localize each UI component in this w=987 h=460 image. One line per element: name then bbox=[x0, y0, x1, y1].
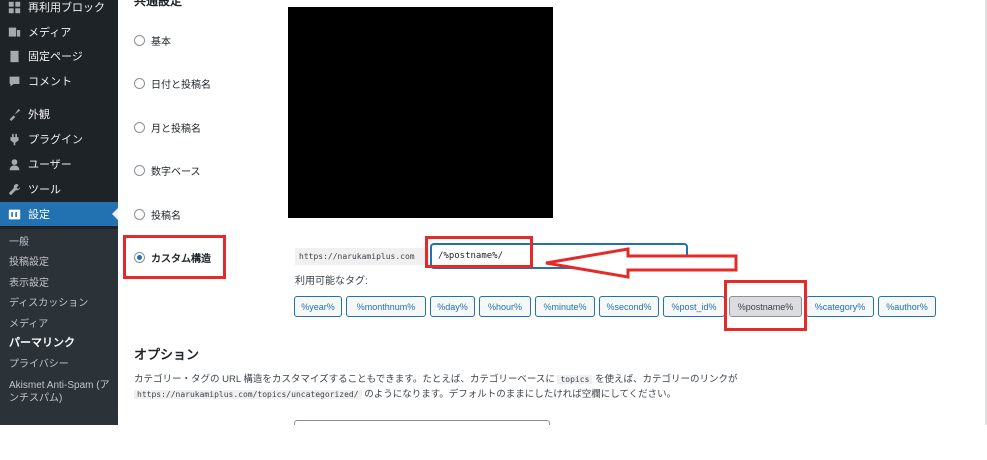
submenu-item-media[interactable]: メディア bbox=[9, 318, 117, 331]
code-topics: topics bbox=[557, 375, 593, 384]
permalink-option-plain[interactable]: 基本 bbox=[134, 33, 171, 48]
sidebar-item-appearance[interactable]: 外観 bbox=[0, 102, 118, 126]
description-text: を使えば、カテゴリーのリンクが bbox=[595, 374, 738, 385]
description-text: のようになります。デフォルトのままにしたければ空欄にしてください。 bbox=[364, 389, 677, 400]
submenu-item-writing[interactable]: 投稿設定 bbox=[9, 256, 117, 269]
sidebar-item-reusable-blocks[interactable]: 再利用ブロック bbox=[0, 0, 118, 19]
settings-icon bbox=[7, 207, 21, 221]
section-title-optional: オプション bbox=[134, 347, 200, 362]
tag-button-monthnum[interactable]: %monthnum% bbox=[346, 296, 426, 317]
highlight-structure-input bbox=[425, 236, 533, 268]
submenu-item-permalinks[interactable]: パーマリンク bbox=[9, 337, 117, 350]
sidebar-item-label: メディア bbox=[28, 27, 72, 39]
redacted-area bbox=[288, 7, 553, 218]
sidebar-item-plugins[interactable]: プラグイン bbox=[0, 127, 118, 151]
highlight-custom-structure bbox=[123, 235, 226, 279]
tag-button-category[interactable]: %category% bbox=[806, 296, 874, 317]
appearance-icon bbox=[7, 107, 21, 121]
plugin-icon bbox=[7, 132, 21, 146]
radio-button[interactable] bbox=[134, 209, 145, 220]
sidebar-item-pages[interactable]: 固定ページ bbox=[0, 44, 118, 68]
tag-button-author[interactable]: %author% bbox=[878, 296, 936, 317]
description-line: カテゴリー・タグの URL 構造をカスタマイズすることもできます。たとえば、カテ… bbox=[134, 372, 974, 387]
available-tags-label: 利用可能なタグ: bbox=[295, 276, 368, 287]
section-title-common: 共通設定 bbox=[134, 0, 183, 8]
permalink-option-numeric[interactable]: 数字ベース bbox=[134, 163, 201, 178]
wrench-icon bbox=[7, 182, 21, 196]
option-label: 日付と投稿名 bbox=[151, 80, 211, 91]
sidebar-item-tools[interactable]: ツール bbox=[0, 177, 118, 201]
tag-button-post-id[interactable]: %post_id% bbox=[663, 296, 725, 317]
red-arrow-annotation bbox=[545, 247, 738, 279]
comment-icon bbox=[7, 74, 21, 88]
radio-button[interactable] bbox=[134, 165, 145, 176]
submenu-item-akismet[interactable]: Akismet Anti-Spam (アンチスパム) bbox=[9, 379, 117, 405]
sidebar-item-label: ユーザー bbox=[28, 159, 72, 171]
code-example-url: https://narukamiplus.com/topics/uncatego… bbox=[134, 390, 362, 399]
radio-button[interactable] bbox=[134, 35, 145, 46]
submenu-item-discussion[interactable]: ディスカッション bbox=[9, 297, 117, 310]
sidebar-item-label: 固定ページ bbox=[28, 51, 83, 63]
description-line: https://narukamiplus.com/topics/uncatego… bbox=[134, 387, 974, 402]
url-prefix: https://narukamiplus.com bbox=[295, 248, 429, 265]
highlight-postname-tag bbox=[724, 280, 807, 331]
sidebar-item-label: プラグイン bbox=[28, 134, 83, 146]
user-icon bbox=[7, 157, 21, 171]
permalink-option-month-name[interactable]: 月と投稿名 bbox=[134, 120, 201, 135]
submenu-item-reading[interactable]: 表示設定 bbox=[9, 277, 117, 290]
tag-button-day[interactable]: %day% bbox=[430, 296, 475, 317]
sidebar-item-media[interactable]: メディア bbox=[0, 20, 118, 44]
option-label: 数字ベース bbox=[151, 167, 201, 178]
sidebar-item-label: ツール bbox=[28, 184, 61, 196]
tag-button-minute[interactable]: %minute% bbox=[535, 296, 595, 317]
sidebar-item-label: コメント bbox=[28, 76, 72, 88]
optional-description: カテゴリー・タグの URL 構造をカスタマイズすることもできます。たとえば、カテ… bbox=[134, 372, 974, 402]
tag-button-year[interactable]: %year% bbox=[294, 296, 342, 317]
page-icon bbox=[7, 49, 21, 63]
option-label: 投稿名 bbox=[151, 211, 181, 222]
page-bottom bbox=[0, 425, 987, 460]
tag-button-hour[interactable]: %hour% bbox=[479, 296, 531, 317]
option-label: 月と投稿名 bbox=[151, 124, 201, 135]
description-text: カテゴリー・タグの URL 構造をカスタマイズすることもできます。たとえば、カテ… bbox=[134, 374, 555, 385]
permalink-option-day-name[interactable]: 日付と投稿名 bbox=[134, 76, 211, 91]
tag-button-second[interactable]: %second% bbox=[599, 296, 659, 317]
grid-icon bbox=[7, 0, 21, 14]
option-label: 基本 bbox=[151, 37, 171, 48]
permalink-option-post-name[interactable]: 投稿名 bbox=[134, 207, 181, 222]
radio-button[interactable] bbox=[134, 78, 145, 89]
submenu-item-privacy[interactable]: プライバシー bbox=[9, 358, 117, 371]
sidebar-item-label: 設定 bbox=[28, 209, 50, 221]
sidebar-item-users[interactable]: ユーザー bbox=[0, 152, 118, 176]
submenu-item-general[interactable]: 一般 bbox=[9, 236, 117, 249]
sidebar-item-label: 再利用ブロック bbox=[28, 2, 105, 14]
media-icon bbox=[7, 25, 21, 39]
sidebar-item-settings[interactable]: 設定 bbox=[0, 202, 118, 226]
sidebar-item-comments[interactable]: コメント bbox=[0, 69, 118, 93]
sidebar-item-label: 外観 bbox=[28, 109, 50, 121]
radio-button[interactable] bbox=[134, 122, 145, 133]
settings-submenu: 一般 投稿設定 表示設定 ディスカッション メディア パーマリンク プライバシー… bbox=[0, 229, 118, 425]
